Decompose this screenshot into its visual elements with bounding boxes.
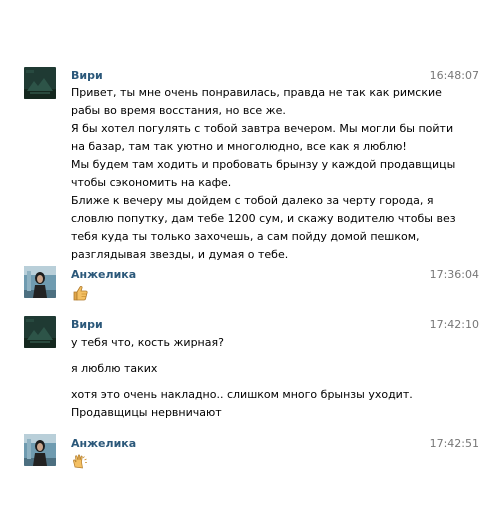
message-line: словлю попутку, дам тебе 1200 сум, и ска… <box>71 212 456 225</box>
message-text: я люблю таких <box>71 360 431 378</box>
message-line: хотя это очень накладно.. слишком много … <box>71 388 413 401</box>
message-time: 17:42:10 <box>429 318 479 331</box>
message-line: Продавщицы нервничают <box>71 406 222 419</box>
message-line: разглядывая звезды, и думая о тебе. <box>71 248 289 261</box>
message-author[interactable]: Вири <box>71 318 103 331</box>
dark-green-avatar-icon <box>24 67 56 99</box>
message-author[interactable]: Вири <box>71 69 103 82</box>
message-time: 16:48:07 <box>429 69 479 82</box>
chat-history: Вири 16:48:07 Привет, ты мне очень понра… <box>0 0 489 506</box>
avatar[interactable] <box>24 67 56 99</box>
message-time: 17:42:51 <box>429 437 479 450</box>
message-line: чтобы сэкономить на кафе. <box>71 176 232 189</box>
message-text: Привет, ты мне очень понравилась, правда… <box>71 84 456 264</box>
message-line: рабы во время восстания, но все же. <box>71 104 286 117</box>
message-line: у тебя что, кость жирная? <box>71 336 224 349</box>
message-line: я люблю таких <box>71 362 158 375</box>
avatar[interactable] <box>24 316 56 348</box>
message-line: Мы будем там ходить и пробовать брынзу у… <box>71 158 456 171</box>
message-text: у тебя что, кость жирная? <box>71 334 431 352</box>
message-line: тебя куда ты только захочешь, а сам пойд… <box>71 230 420 243</box>
thumbs-up-icon <box>71 284 89 302</box>
dark-green-avatar-icon <box>24 316 56 348</box>
avatar[interactable] <box>24 266 56 298</box>
message-text: хотя это очень накладно.. слишком много … <box>71 386 431 422</box>
portrait-avatar-icon <box>24 434 56 466</box>
message-line: на базар, там так уютно и многолюдно, вс… <box>71 140 407 153</box>
message-author[interactable]: Анжелика <box>71 268 136 281</box>
clapping-hands-icon <box>71 452 89 470</box>
message-line: Я бы хотел погулять с тобой завтра вечер… <box>71 122 454 135</box>
avatar[interactable] <box>24 434 56 466</box>
message-author[interactable]: Анжелика <box>71 437 136 450</box>
message-line: Привет, ты мне очень понравилась, правда… <box>71 86 442 99</box>
portrait-avatar-icon <box>24 266 56 298</box>
message-time: 17:36:04 <box>429 268 479 281</box>
message-line: Ближе к вечеру мы дойдем с тобой далеко … <box>71 194 434 207</box>
